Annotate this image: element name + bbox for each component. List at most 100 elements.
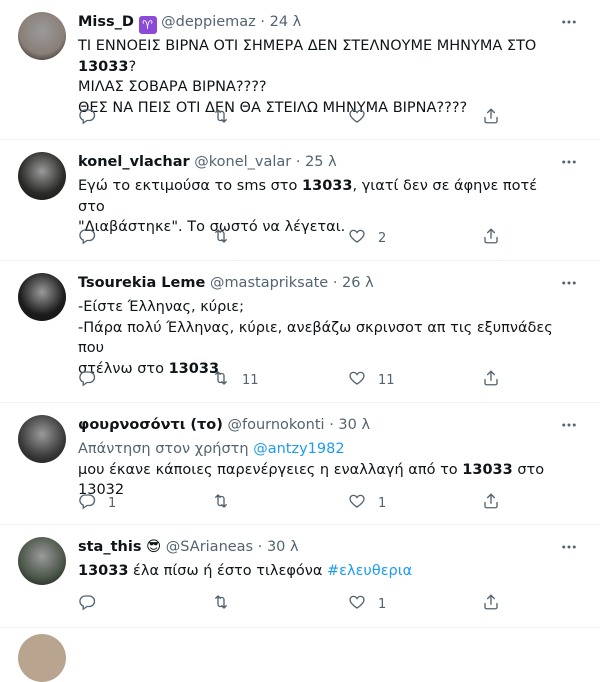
text-segment: ΜΙΛΑΣ ΣΟΒΑΡΑ ΒΙΡΝΑ????	[78, 79, 267, 95]
retweet-button[interactable]	[212, 594, 242, 614]
heart-icon	[348, 492, 366, 514]
share-button[interactable]	[482, 370, 500, 390]
more-icon[interactable]	[556, 12, 582, 32]
reply-icon	[78, 107, 96, 129]
more-icon[interactable]	[556, 537, 582, 557]
more-icon[interactable]	[556, 273, 582, 293]
tweet[interactable]: Miss_D ♈ @deppiemaz · 24 λ ΤΙ ΕΝΝΟΕΙΣ ΒΙΡ…	[0, 0, 600, 140]
share-button[interactable]	[482, 594, 500, 614]
text-line: -Είστε Έλληνας, κύριε;	[78, 297, 560, 318]
share-icon	[482, 227, 500, 249]
tweet-header: φουρνοσόντι (το) @fournokonti · 30 λ	[78, 415, 370, 435]
user-handle[interactable]: @deppiemaz	[161, 14, 256, 30]
aries-badge-icon: ♈	[138, 16, 157, 34]
reply-to-label: Απάντηση στον χρήστη	[78, 441, 249, 457]
share-icon	[482, 369, 500, 391]
tweet[interactable]: φουρνοσόντι (το) @fournokonti · 30 λ Απάν…	[0, 403, 600, 525]
like-count: 1	[378, 495, 387, 511]
reply-icon	[78, 369, 96, 391]
like-button[interactable]	[348, 108, 378, 128]
highlighted-number: 13033	[302, 178, 353, 194]
separator-dot: ·	[260, 14, 265, 30]
display-name[interactable]: konel_vlachar	[78, 154, 190, 170]
text-line: ΤΙ ΕΝΝΟΕΙΣ ΒΙΡΝΑ ΟΤΙ ΣΗΜΕΡΑ ΔΕΝ ΣΤΕΛΝΟΥΜ…	[78, 36, 560, 77]
next-tweet-avatar[interactable]	[18, 634, 66, 682]
more-icon[interactable]	[556, 152, 582, 172]
retweet-button[interactable]	[212, 108, 242, 128]
avatar[interactable]	[18, 273, 66, 321]
retweet-icon	[212, 492, 230, 514]
display-name[interactable]: sta_this	[78, 539, 141, 555]
retweet-icon	[212, 369, 230, 391]
separator-dot: ·	[329, 417, 334, 433]
more-icon[interactable]	[556, 415, 582, 435]
like-count: 1	[378, 596, 387, 612]
tweet-actions: 1	[78, 594, 518, 614]
retweet-count: 11	[242, 372, 259, 388]
avatar[interactable]	[18, 12, 66, 60]
text-segment: -Είστε Έλληνας, κύριε;	[78, 299, 244, 315]
like-button[interactable]: 2	[348, 228, 386, 248]
mention-link[interactable]: @antzy1982	[253, 441, 344, 457]
tweet-text: -Είστε Έλληνας, κύριε; -Πάρα πολύ Έλληνας…	[78, 297, 560, 379]
separator-dot: ·	[295, 154, 301, 170]
reply-button[interactable]	[78, 228, 108, 248]
retweet-button[interactable]	[212, 493, 242, 513]
user-handle[interactable]: @SArianeas	[166, 539, 253, 555]
share-button[interactable]	[482, 493, 500, 513]
reply-count: 1	[108, 495, 117, 511]
share-button[interactable]	[482, 108, 500, 128]
retweet-button[interactable]: 11	[212, 370, 259, 390]
text-line: Εγώ το εκτιμούσα το sms στο 13033, γιατί…	[78, 176, 560, 217]
highlighted-number: 13033	[78, 58, 129, 75]
like-count: 11	[378, 372, 395, 388]
text-segment: μου έκανε κάποιες παρενέργειες η εναλλαγ…	[78, 461, 463, 478]
timestamp[interactable]: 30 λ	[267, 539, 299, 555]
separator-dot: ·	[257, 539, 263, 555]
retweet-button[interactable]	[212, 228, 242, 248]
text-segment: ΤΙ ΕΝΝΟΕΙΣ ΒΙΡΝΑ ΟΤΙ ΣΗΜΕΡΑ ΔΕΝ ΣΤΕΛΝΟΥΜ…	[78, 38, 537, 54]
user-handle[interactable]: @fournokonti	[227, 417, 324, 433]
tweet[interactable]: Tsourekia Leme @mastapriksate · 26 λ -Είσ…	[0, 261, 600, 403]
like-button[interactable]: 1	[348, 493, 386, 513]
display-name[interactable]: Tsourekia Leme	[78, 275, 205, 291]
hashtag-link[interactable]: #ελευθερια	[327, 563, 412, 579]
reply-icon	[78, 227, 96, 249]
avatar[interactable]	[18, 152, 66, 200]
text-line: 13033 έλα πίσω ή έστο τιλεφόνα #ελευθερι…	[78, 561, 560, 582]
tweet-actions: 11 11	[78, 370, 518, 390]
tweet[interactable]: konel_vlachar @konel_valar · 25 λ Εγώ το …	[0, 140, 600, 261]
avatar[interactable]	[18, 415, 66, 463]
timestamp[interactable]: 25 λ	[305, 154, 337, 170]
tweet-header: Miss_D ♈ @deppiemaz · 24 λ	[78, 12, 301, 34]
tweet-header: Tsourekia Leme @mastapriksate · 26 λ	[78, 273, 374, 293]
heart-icon	[348, 107, 366, 129]
tweet-header: sta_this 😎 @SArianeas · 30 λ	[78, 537, 299, 557]
user-handle[interactable]: @mastapriksate	[210, 275, 328, 291]
timestamp[interactable]: 24 λ	[270, 14, 302, 30]
reply-button[interactable]: 1	[78, 493, 116, 513]
display-name[interactable]: Miss_D	[78, 14, 134, 30]
user-handle[interactable]: @konel_valar	[194, 154, 291, 170]
timestamp[interactable]: 30 λ	[338, 417, 370, 433]
reply-icon	[78, 492, 96, 514]
retweet-icon	[212, 593, 230, 615]
reply-button[interactable]	[78, 594, 108, 614]
retweet-icon	[212, 227, 230, 249]
share-icon	[482, 107, 500, 129]
avatar[interactable]	[18, 537, 66, 585]
tweet-actions: 11	[78, 493, 518, 513]
display-name[interactable]: φουρνοσόντι (το)	[78, 417, 223, 433]
like-button[interactable]: 1	[348, 594, 386, 614]
like-button[interactable]: 11	[348, 370, 395, 390]
heart-icon	[348, 227, 366, 249]
share-button[interactable]	[482, 228, 500, 248]
heart-icon	[348, 593, 366, 615]
tweet[interactable]: sta_this 😎 @SArianeas · 30 λ 13033 έλα πί…	[0, 525, 600, 628]
reply-button[interactable]	[78, 108, 108, 128]
text-line: -Πάρα πολύ Έλληνας, κύριε, ανεβάζω σκριν…	[78, 318, 560, 359]
timestamp[interactable]: 26 λ	[342, 275, 374, 291]
reply-button[interactable]	[78, 370, 108, 390]
share-icon	[482, 492, 500, 514]
share-icon	[482, 593, 500, 615]
